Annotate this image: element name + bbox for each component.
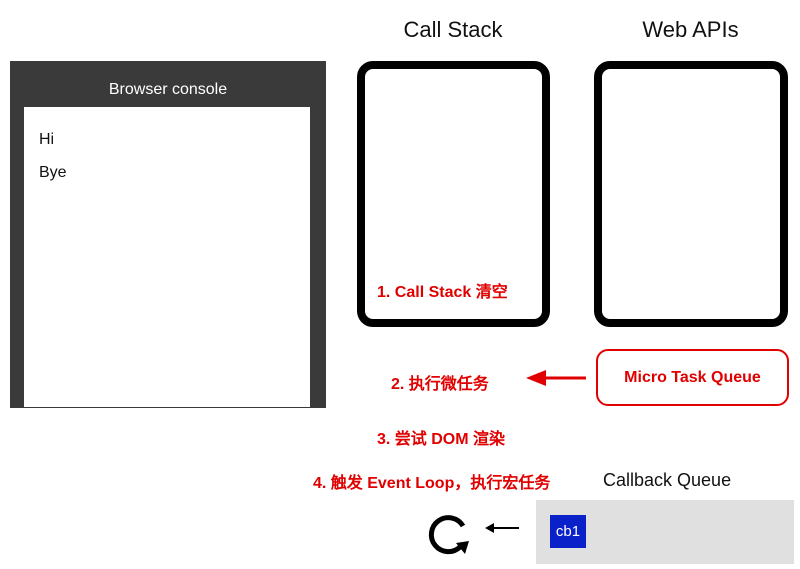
step-2-label: 2. 执行微任务	[391, 376, 489, 393]
arrow-left-icon	[526, 370, 586, 386]
circular-arrow-icon	[428, 515, 469, 555]
callback-item: cb1	[550, 515, 586, 548]
console-output: Hi Bye	[24, 107, 310, 407]
browser-console: Browser console Hi Bye	[10, 61, 326, 408]
step-1-label: 1. Call Stack 清空	[377, 284, 508, 301]
micro-task-queue-label: Micro Task Queue	[624, 368, 761, 386]
console-title: Browser console	[108, 81, 228, 98]
console-line: Hi	[39, 131, 55, 148]
web-apis-title: Web APIs	[642, 17, 739, 42]
callback-queue: cb1	[536, 500, 794, 564]
console-line: Bye	[39, 164, 67, 181]
step-4-label: 4. 触发 Event Loop，执行宏任务	[313, 475, 551, 492]
web-apis-panel	[594, 61, 788, 327]
call-stack-title: Call Stack	[403, 17, 503, 42]
step-3-label: 3. 尝试 DOM 渲染	[377, 431, 506, 448]
micro-task-queue: Micro Task Queue	[596, 349, 789, 406]
callback-queue-title: Callback Queue	[603, 470, 732, 490]
arrow-left-icon	[485, 523, 519, 533]
